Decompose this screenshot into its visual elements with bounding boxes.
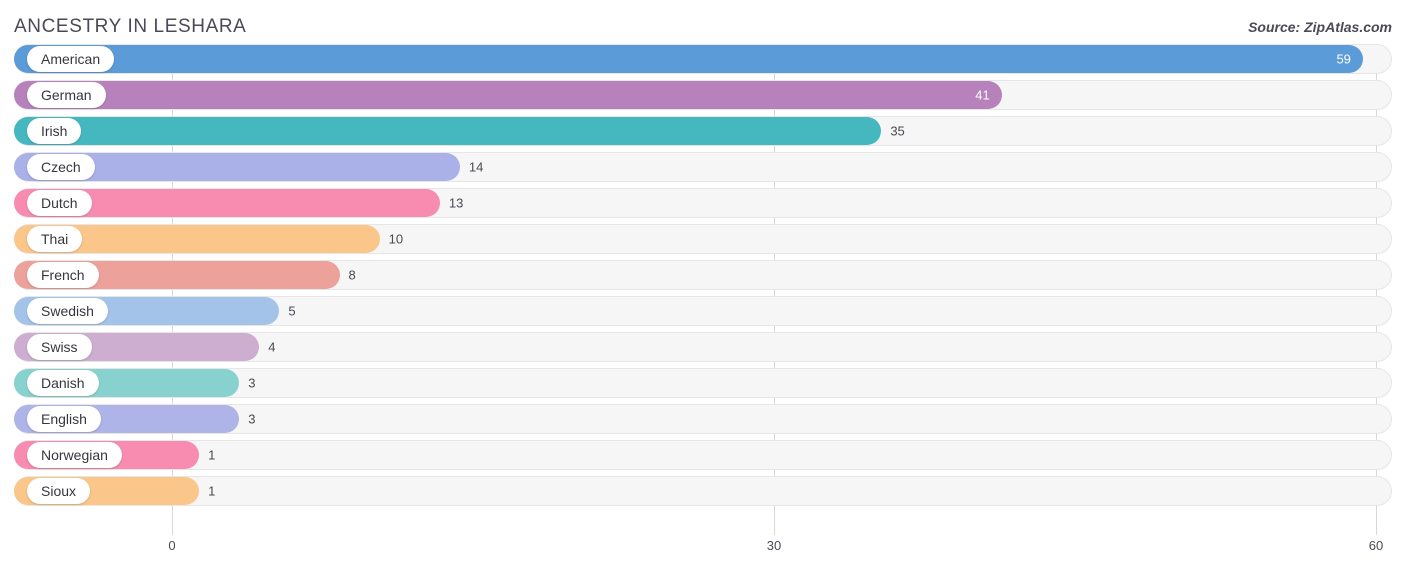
category-label: Dutch: [41, 195, 78, 211]
bar-value-label: 59: [1336, 51, 1351, 67]
category-label: Danish: [41, 375, 85, 391]
source-attribution: Source: ZipAtlas.com: [1248, 19, 1392, 35]
bar-value-label: 3: [248, 375, 256, 391]
bar-row[interactable]: 8 French: [0, 260, 1406, 290]
bar-row[interactable]: 4 Swiss: [0, 332, 1406, 362]
bar-row[interactable]: 1 Norwegian: [0, 440, 1406, 470]
category-label: Irish: [41, 123, 68, 139]
x-tick-label: 60: [1368, 538, 1384, 553]
bar-row[interactable]: 3 English: [0, 404, 1406, 434]
category-label-pill[interactable]: Norwegian: [27, 442, 122, 468]
bar-row[interactable]: 3 Danish: [0, 368, 1406, 398]
bar-value-label: 1: [208, 447, 216, 463]
category-label-pill[interactable]: Thai: [27, 226, 83, 252]
bar[interactable]: 41: [14, 81, 1002, 109]
bar-value-label: 3: [248, 411, 256, 427]
category-label-pill[interactable]: Dutch: [27, 190, 92, 216]
x-axis: 0 30 60: [0, 535, 1406, 571]
bar-value-label: 41: [975, 87, 990, 103]
category-label-pill[interactable]: American: [27, 46, 115, 72]
category-label-pill[interactable]: Irish: [27, 118, 82, 144]
category-label-pill[interactable]: Danish: [27, 370, 99, 396]
category-label: French: [41, 267, 85, 283]
bar-row[interactable]: 35 Irish: [0, 116, 1406, 146]
bar-row[interactable]: 1 Sioux: [0, 476, 1406, 506]
x-tick-label: 30: [766, 538, 782, 553]
bar-value-label: 5: [288, 303, 296, 319]
bar-value-label: 14: [468, 159, 484, 175]
category-label: Swedish: [41, 303, 94, 319]
bar-value-label: 35: [890, 123, 905, 139]
category-label: Sioux: [41, 483, 77, 499]
category-label: Norwegian: [41, 447, 108, 463]
bar-value-label: 8: [348, 267, 356, 283]
bar[interactable]: [14, 117, 882, 145]
bar-value-label: 4: [268, 339, 276, 355]
bar-row[interactable]: 5 Swedish: [0, 296, 1406, 326]
x-tick-label: 0: [168, 538, 176, 553]
bar-value-label: 10: [388, 231, 404, 247]
category-label-pill[interactable]: German: [27, 82, 106, 108]
category-label-pill[interactable]: Swiss: [27, 334, 92, 360]
plot-area: 59 American 41 German 35 Irish 14 Czech 13 Dutch 1…: [0, 44, 1406, 535]
bar-row[interactable]: 10 Thai: [0, 224, 1406, 254]
bar-value-label: 1: [208, 483, 216, 499]
bar-rows: 59 American 41 German 35 Irish 14 Czech 13 Dutch 1…: [0, 44, 1406, 512]
bar-row[interactable]: 41 German: [0, 80, 1406, 110]
category-label-pill[interactable]: Sioux: [27, 478, 91, 504]
category-label-pill[interactable]: Swedish: [27, 298, 108, 324]
bar-row[interactable]: 13 Dutch: [0, 188, 1406, 218]
category-label: German: [41, 87, 92, 103]
page-title: ANCESTRY IN LESHARA: [14, 16, 247, 37]
bar[interactable]: 59: [14, 45, 1363, 73]
bar-value-label: 13: [448, 195, 464, 211]
category-label-pill[interactable]: French: [27, 262, 99, 288]
category-label: Czech: [41, 159, 81, 175]
category-label: American: [41, 51, 101, 67]
category-label-pill[interactable]: English: [27, 406, 101, 432]
category-label-pill[interactable]: Czech: [27, 154, 95, 180]
bar-track: [14, 476, 1392, 506]
bar-row[interactable]: 59 American: [0, 44, 1406, 74]
bar-track: [14, 440, 1392, 470]
category-label: Swiss: [41, 339, 78, 355]
bar-row[interactable]: 14 Czech: [0, 152, 1406, 182]
category-label: Thai: [41, 231, 69, 247]
category-label: English: [41, 411, 87, 427]
